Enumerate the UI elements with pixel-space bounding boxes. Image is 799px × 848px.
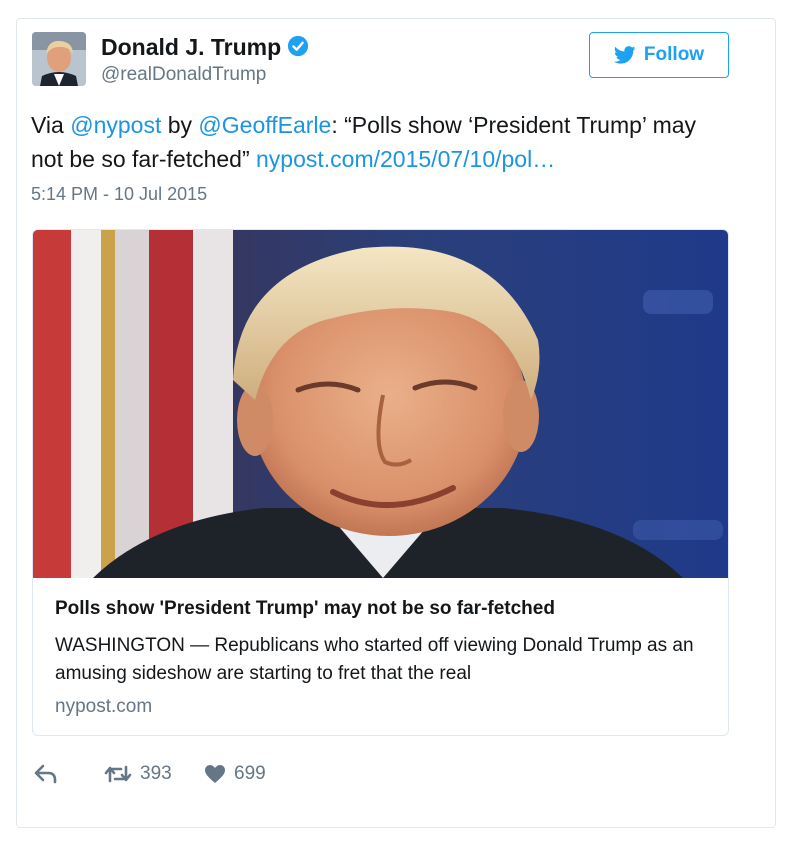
heart-icon: [205, 765, 225, 783]
user-handle[interactable]: @realDonaldTrump: [101, 64, 266, 86]
link-preview-card[interactable]: Polls show 'President Trump' may not be …: [32, 229, 729, 736]
reply-icon: [34, 764, 57, 784]
user-display-name[interactable]: Donald J. Trump: [101, 34, 309, 61]
profile-photo: [32, 32, 86, 86]
article-url-link[interactable]: nypost.com/2015/07/10/pol…: [256, 146, 555, 172]
link-card-description: WASHINGTON — Republicans who started off…: [55, 635, 694, 684]
tweet-text-by: by: [161, 112, 199, 138]
tweet-text: Via @nypost by @GeoffEarle: “Polls show …: [31, 108, 731, 176]
follow-label: Follow: [643, 44, 705, 65]
like-button[interactable]: 699: [204, 763, 266, 785]
user-name-text[interactable]: Donald J. Trump: [101, 34, 281, 60]
retweet-icon: [104, 765, 132, 783]
mention-nypost-link[interactable]: @nypost: [70, 112, 161, 138]
mention-geoffearle-link[interactable]: @GeoffEarle: [198, 112, 331, 138]
like-count: 699: [234, 763, 266, 784]
avatar[interactable]: [32, 32, 86, 86]
tweet-timestamp[interactable]: 5:14 PM - 10 Jul 2015: [31, 184, 207, 205]
retweet-button[interactable]: 393: [104, 763, 204, 785]
twitter-bird-icon: [613, 46, 636, 64]
link-card-domain: nypost.com: [55, 696, 153, 717]
reply-button[interactable]: [34, 764, 104, 784]
link-card-title[interactable]: Polls show 'President Trump' may not be …: [55, 598, 555, 620]
tweet-text-via: Via: [31, 112, 71, 138]
photo-of-smiling-man: [33, 230, 728, 578]
follow-button[interactable]: Follow: [589, 32, 729, 78]
verified-badge-icon: [288, 35, 309, 57]
retweet-count: 393: [140, 763, 172, 784]
tweet-actions: 393 699: [34, 760, 266, 788]
